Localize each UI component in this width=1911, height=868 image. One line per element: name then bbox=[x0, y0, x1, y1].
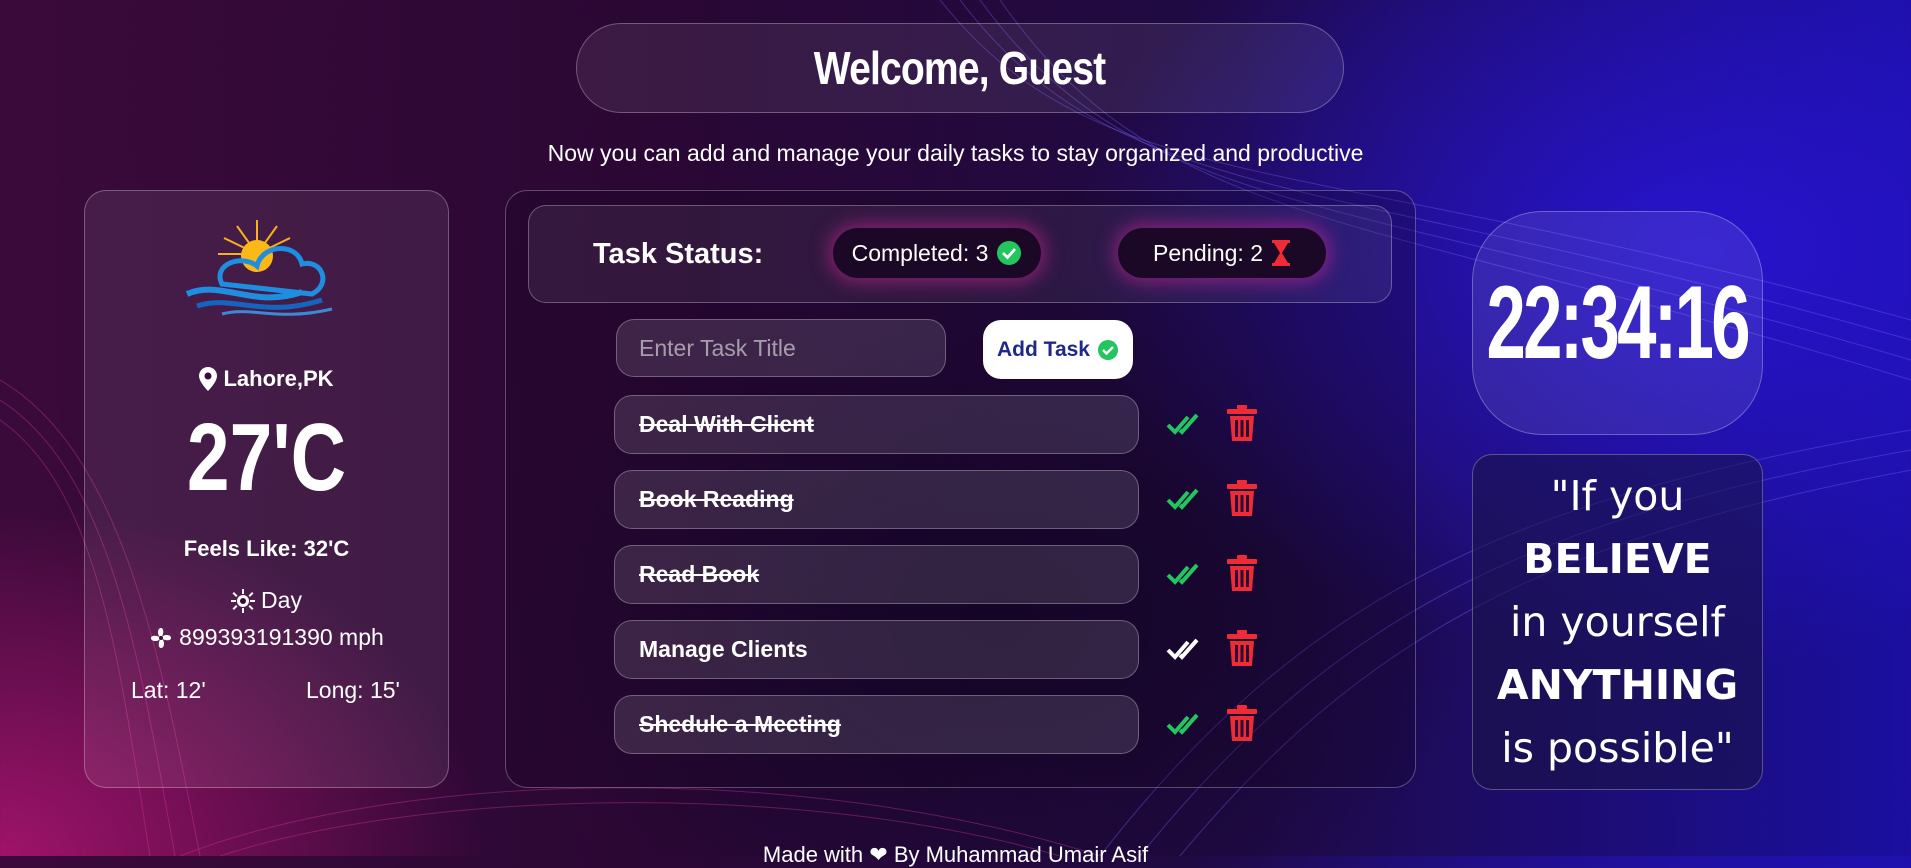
longitude: Long: 15' bbox=[306, 677, 400, 703]
quote-line: in yourself bbox=[1509, 597, 1725, 646]
day-indicator: Day bbox=[84, 587, 449, 614]
task-title: Book Reading bbox=[639, 486, 794, 512]
completed-count-text: Completed: 3 bbox=[851, 239, 989, 266]
latitude: Lat: 12' bbox=[131, 677, 206, 703]
add-task-label: Add Task bbox=[997, 337, 1090, 361]
delete-task-icon[interactable] bbox=[1222, 478, 1262, 518]
pending-count-text: Pending: 2 bbox=[1153, 239, 1263, 266]
delete-task-icon[interactable] bbox=[1222, 403, 1262, 443]
quote-line: "If you bbox=[1550, 471, 1685, 520]
temperature: 27'C bbox=[186, 404, 347, 511]
task-status-label: Task Status: bbox=[593, 238, 764, 270]
complete-task-icon[interactable] bbox=[1163, 629, 1203, 669]
feels-like: Feels Like: 32'C bbox=[183, 536, 350, 561]
task-item[interactable]: Read Book bbox=[614, 545, 1139, 604]
quote-line: ANYTHING bbox=[1496, 660, 1739, 709]
page-subtitle: Now you can add and manage your daily ta… bbox=[547, 140, 1364, 166]
quote-card: "If you BELIEVE in yourself ANYTHING is … bbox=[1472, 454, 1763, 790]
location-text: Lahore,PK bbox=[223, 366, 334, 391]
delete-task-icon[interactable] bbox=[1222, 553, 1262, 593]
sun-gear-icon bbox=[231, 588, 256, 613]
day-text: Day bbox=[261, 587, 302, 613]
hourglass-icon bbox=[1271, 240, 1290, 266]
task-title: Manage Clients bbox=[639, 636, 808, 662]
page-title: Welcome, Guest bbox=[814, 42, 1106, 94]
delete-task-icon[interactable] bbox=[1222, 628, 1262, 668]
check-circle-icon bbox=[1097, 339, 1118, 360]
task-item[interactable]: Book Reading bbox=[614, 470, 1139, 529]
complete-task-icon[interactable] bbox=[1163, 704, 1203, 744]
weather-location: Lahore,PK bbox=[84, 366, 449, 392]
complete-task-icon[interactable] bbox=[1163, 554, 1203, 594]
location-pin-icon bbox=[199, 367, 218, 391]
task-title: Shedule a Meeting bbox=[639, 711, 841, 737]
task-item[interactable]: Deal With Client bbox=[614, 395, 1139, 454]
task-title-input[interactable] bbox=[616, 319, 946, 377]
footer-credit: Made with ❤ By Muhammad Umair Asif bbox=[762, 842, 1149, 867]
quote-line: is possible" bbox=[1501, 723, 1734, 772]
task-title: Deal With Client bbox=[639, 411, 814, 437]
task-item[interactable]: Shedule a Meeting bbox=[614, 695, 1139, 754]
check-circle-icon bbox=[997, 241, 1022, 265]
complete-task-icon[interactable] bbox=[1163, 479, 1203, 519]
wind-speed: 899393191390 mph bbox=[84, 624, 449, 651]
weather-logo-icon bbox=[185, 220, 333, 316]
task-item[interactable]: Manage Clients bbox=[614, 620, 1139, 679]
add-task-button[interactable]: Add Task bbox=[983, 320, 1133, 379]
delete-task-icon[interactable] bbox=[1222, 703, 1262, 743]
complete-task-icon[interactable] bbox=[1163, 404, 1203, 444]
welcome-banner: Welcome, Guest bbox=[576, 23, 1344, 113]
wind-text: 899393191390 mph bbox=[179, 624, 384, 650]
fan-icon bbox=[151, 627, 172, 648]
completed-count-badge: Completed: 3 bbox=[833, 228, 1041, 278]
quote-line: BELIEVE bbox=[1523, 534, 1712, 583]
clock-time: 22:34:16 bbox=[1486, 264, 1751, 381]
digital-clock: 22:34:16 bbox=[1472, 211, 1763, 435]
task-title: Read Book bbox=[639, 561, 760, 587]
pending-count-badge: Pending: 2 bbox=[1118, 228, 1326, 278]
